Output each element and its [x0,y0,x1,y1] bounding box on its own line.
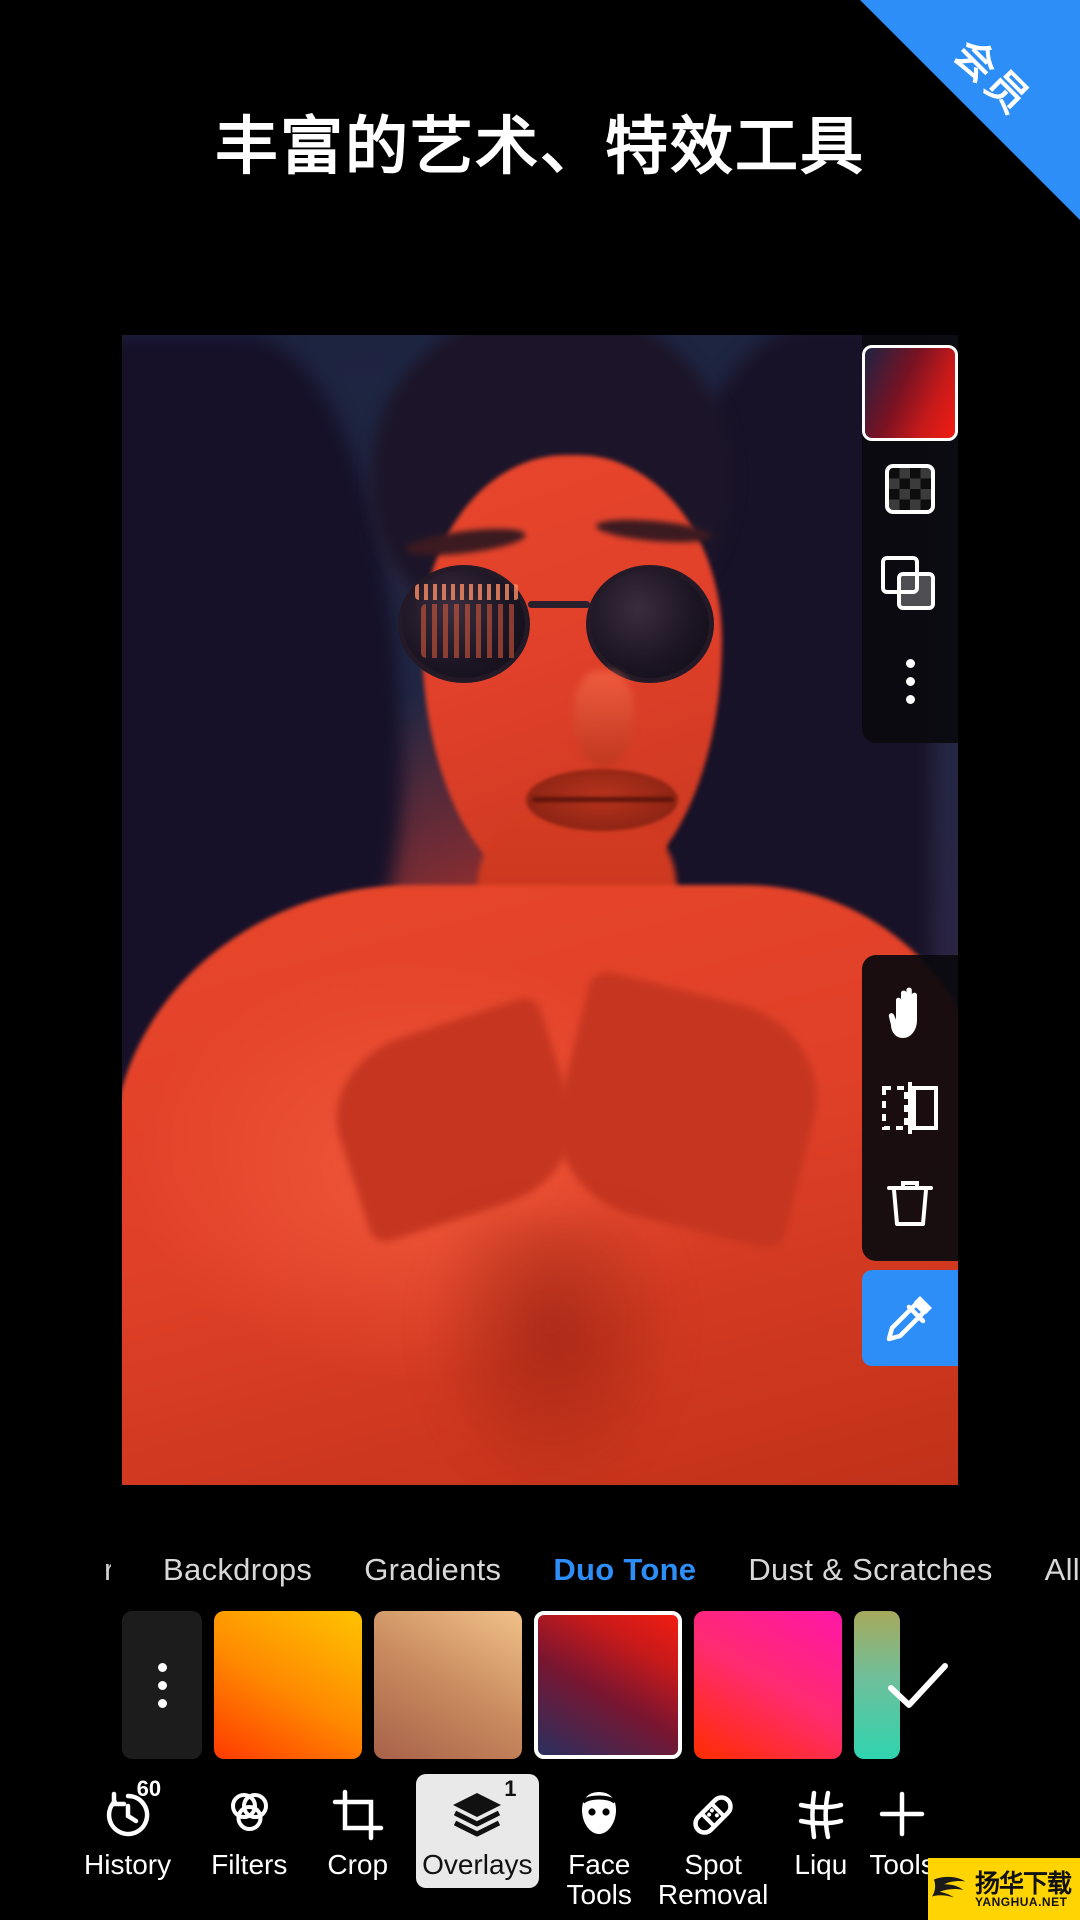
layer-thumbnail-duotone[interactable] [862,345,958,441]
tab-all[interactable]: All [1045,1552,1080,1588]
fabric-shadow [422,1215,682,1485]
watermark-cn: 扬华下载 [975,1868,1072,1898]
trash-icon[interactable] [862,1163,958,1245]
swatch-orange-yellow[interactable] [214,1611,362,1759]
checkmark-glyph [888,1663,948,1708]
sunglasses [390,547,750,683]
tool-spot-removal[interactable]: Spot Removal [652,1774,774,1917]
tool-filters[interactable]: Filters [205,1774,293,1888]
overlays-badge: 1 [504,1776,517,1801]
tool-face-tools[interactable]: Face Tools [561,1774,638,1917]
eyedropper-icon[interactable] [862,1270,958,1366]
tools-icon [875,1786,929,1844]
history-label: History [84,1849,172,1880]
swatch-pink-magenta[interactable] [694,1611,842,1759]
hand-glyph [888,987,917,1038]
overlays-label: Overlays [422,1849,533,1880]
face-tools-icon [574,1786,624,1844]
filters-icon [222,1786,276,1844]
app-root: 会员 丰富的艺术、特效工具 r Backdrops Gradients Duo … [0,0,1080,1920]
more-options-icon[interactable] [862,633,958,729]
tab-duo-tone[interactable]: Duo Tone [553,1552,696,1588]
blend-square-front [897,572,935,610]
vertical-dots-glyph [905,658,915,704]
blend-glyph [881,556,939,614]
tab-backdrops[interactable]: Backdrops [163,1552,312,1588]
lens-left [398,565,530,683]
hand-icon[interactable] [862,971,958,1053]
tool-liquify[interactable]: Liqu [788,1774,853,1888]
watermark-en: YANGHUA.NET [975,1894,1068,1909]
tab-dust-scratches[interactable]: Dust & Scratches [748,1552,992,1588]
swatch-red-navy[interactable] [534,1611,682,1759]
crop-label: Crop [327,1849,389,1880]
spot-removal-icon [686,1786,740,1844]
photo-canvas[interactable] [122,335,958,1485]
spot-removal-label: Spot Removal [657,1849,769,1910]
transparency-icon[interactable] [862,441,958,537]
filters-label: Filters [211,1849,288,1880]
tools-label: Tools [869,1849,935,1880]
watermark-logo-icon [932,1876,966,1898]
bottom-toolbar: 60 History Filters Crop 1 Overlays Face … [0,1760,1080,1920]
tab-gradients[interactable]: Gradients [364,1552,501,1588]
swatch-more[interactable] [122,1611,202,1759]
lens-reflection-top [415,584,519,600]
nose-shape [574,671,634,767]
flip-glyph [882,1082,938,1134]
tab-truncated[interactable]: r [104,1552,111,1588]
lens-reflection [421,604,517,658]
page-title: 丰富的艺术、特效工具 [215,110,865,183]
vertical-dots-glyph [157,1662,167,1708]
flip-horizontal-icon[interactable] [862,1067,958,1149]
category-tabs: r Backdrops Gradients Duo Tone Dust & Sc… [0,1540,1080,1600]
lens-right [586,565,714,683]
trash-glyph [887,1181,933,1226]
eyedropper-glyph [886,1296,932,1342]
watermark-text: 扬华下载 YANGHUA.NET [975,1868,1072,1909]
face-tools-label: Face Tools [566,1849,632,1910]
liquify-icon [796,1786,846,1844]
checkerboard-glyph [885,464,935,514]
liquify-label: Liqu [794,1849,848,1880]
glasses-bridge [528,601,590,608]
transform-panel [862,955,958,1261]
lip-line [532,797,674,802]
tool-crop[interactable]: Crop [321,1774,394,1888]
watermark: 扬华下载 YANGHUA.NET [928,1858,1080,1920]
history-badge: 60 [136,1776,162,1801]
tool-overlays[interactable]: 1 Overlays [416,1774,539,1888]
overlays-icon [448,1786,506,1844]
tool-history[interactable]: 60 History [78,1774,177,1888]
crop-icon [331,1786,385,1844]
blend-mode-icon[interactable] [862,537,958,633]
layer-panel [862,335,958,743]
confirm-checkmark[interactable] [880,1648,956,1724]
swatch-tan-peach[interactable] [374,1611,522,1759]
edited-photo [122,335,958,1485]
